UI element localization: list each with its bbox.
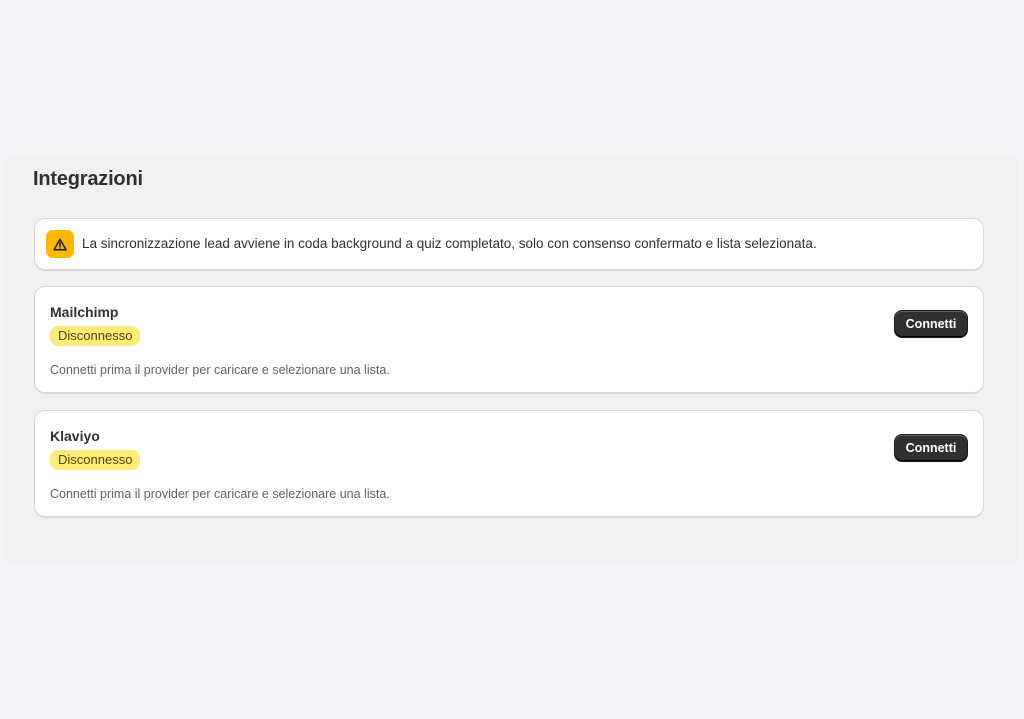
warning-icon xyxy=(46,230,74,258)
integration-card-mailchimp: Mailchimp Disconnesso Connetti prima il … xyxy=(34,286,984,393)
provider-hint: Connetti prima il provider per caricare … xyxy=(50,363,390,377)
status-badge: Disconnesso xyxy=(50,450,141,470)
banner-text: La sincronizzazione lead avviene in coda… xyxy=(82,236,817,251)
provider-name: Klaviyo xyxy=(50,428,100,444)
connect-button-mailchimp[interactable]: Connetti xyxy=(894,310,968,338)
connect-button-klaviyo[interactable]: Connetti xyxy=(894,434,968,462)
provider-hint: Connetti prima il provider per caricare … xyxy=(50,487,390,501)
integration-card-klaviyo: Klaviyo Disconnesso Connetti prima il pr… xyxy=(34,410,984,517)
integrations-panel: Integrazioni La sincronizzazione lead av… xyxy=(5,156,1018,562)
info-banner: La sincronizzazione lead avviene in coda… xyxy=(34,218,984,270)
provider-name: Mailchimp xyxy=(50,304,119,320)
page-title: Integrazioni xyxy=(33,168,143,190)
status-badge: Disconnesso xyxy=(50,326,141,346)
